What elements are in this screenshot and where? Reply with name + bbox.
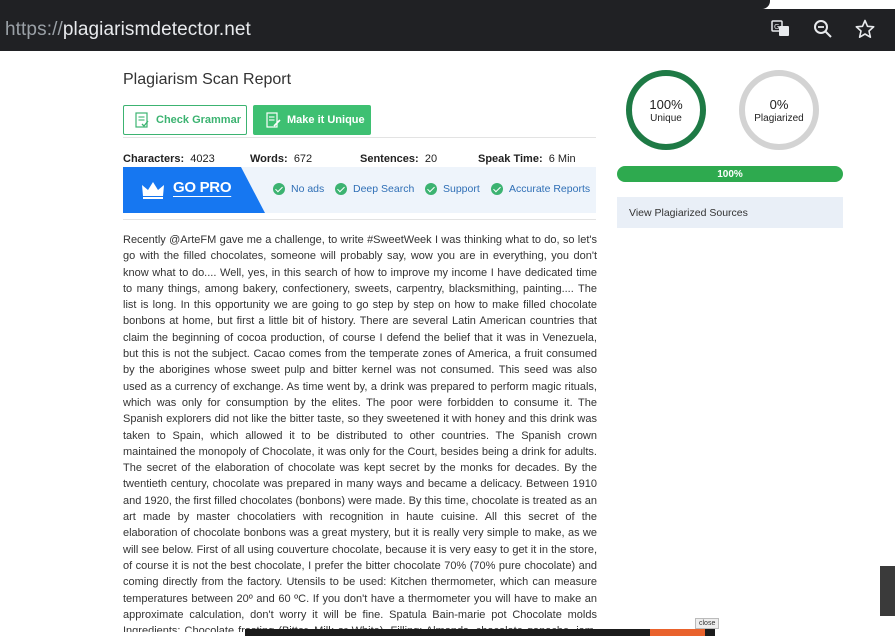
ad-banner[interactable] [245,629,715,636]
view-plagiarized-sources-button[interactable]: View Plagiarized Sources [617,197,843,228]
stat-speak-time: Speak Time: 6 Min [478,153,576,165]
ad-close-button[interactable]: close [695,618,720,629]
progress-bar: 100% [617,166,843,182]
url-scheme: https:// [5,19,63,40]
scrollbar-thumb[interactable] [880,566,895,616]
document-check-icon [135,112,149,128]
divider [123,137,596,138]
make-unique-button[interactable]: Make it Unique [253,105,371,135]
url-host: plagiarismdetector.net [62,19,251,40]
check-circle-icon [491,183,503,195]
stat-sentences: Sentences: 20 [360,153,438,165]
unique-label: Unique [650,112,682,124]
check-grammar-button[interactable]: Check Grammar [123,105,247,135]
translate-icon[interactable]: G [771,19,791,39]
star-icon[interactable] [855,19,875,39]
svg-text:G: G [774,23,779,31]
page-title: Plagiarism Scan Report [123,71,292,88]
stat-words: Words: 672 [250,153,313,165]
go-pro-banner[interactable]: GO PRO No ads Deep Search Support Accura… [123,167,596,213]
plagiarized-label: Plagiarized [754,112,804,124]
check-grammar-label: Check Grammar [156,114,241,126]
divider [123,219,596,220]
unique-score-circle: 100% Unique [626,70,706,150]
browser-tab-strip [0,0,895,9]
progress-label: 100% [717,168,743,180]
plagiarized-percent: 0% [769,96,789,112]
make-unique-label: Make it Unique [287,114,365,126]
feature-deep-search: Deep Search [335,183,414,195]
plagiarized-score-circle: 0% Plagiarized [739,70,819,150]
feature-support: Support [425,183,480,195]
unique-percent: 100% [649,96,683,112]
stat-characters: Characters: 4023 [123,153,215,165]
sources-label: View Plagiarized Sources [629,206,748,219]
scanned-text: Recently @ArteFM gave me a challenge, to… [123,234,597,632]
check-circle-icon [273,183,285,195]
address-bar[interactable]: https://plagiarismdetector.net G [0,9,895,51]
zoom-out-icon[interactable] [813,19,833,39]
crown-icon [142,182,164,199]
feature-no-ads: No ads [273,183,324,195]
ad-banner-accent [650,629,705,636]
go-pro-label[interactable]: GO PRO [173,179,232,196]
url-text[interactable]: https://plagiarismdetector.net [5,19,251,41]
check-circle-icon [335,183,347,195]
feature-accurate-reports: Accurate Reports [491,183,590,195]
document-edit-icon [266,112,281,128]
browser-tab[interactable] [0,0,770,9]
check-circle-icon [425,183,437,195]
